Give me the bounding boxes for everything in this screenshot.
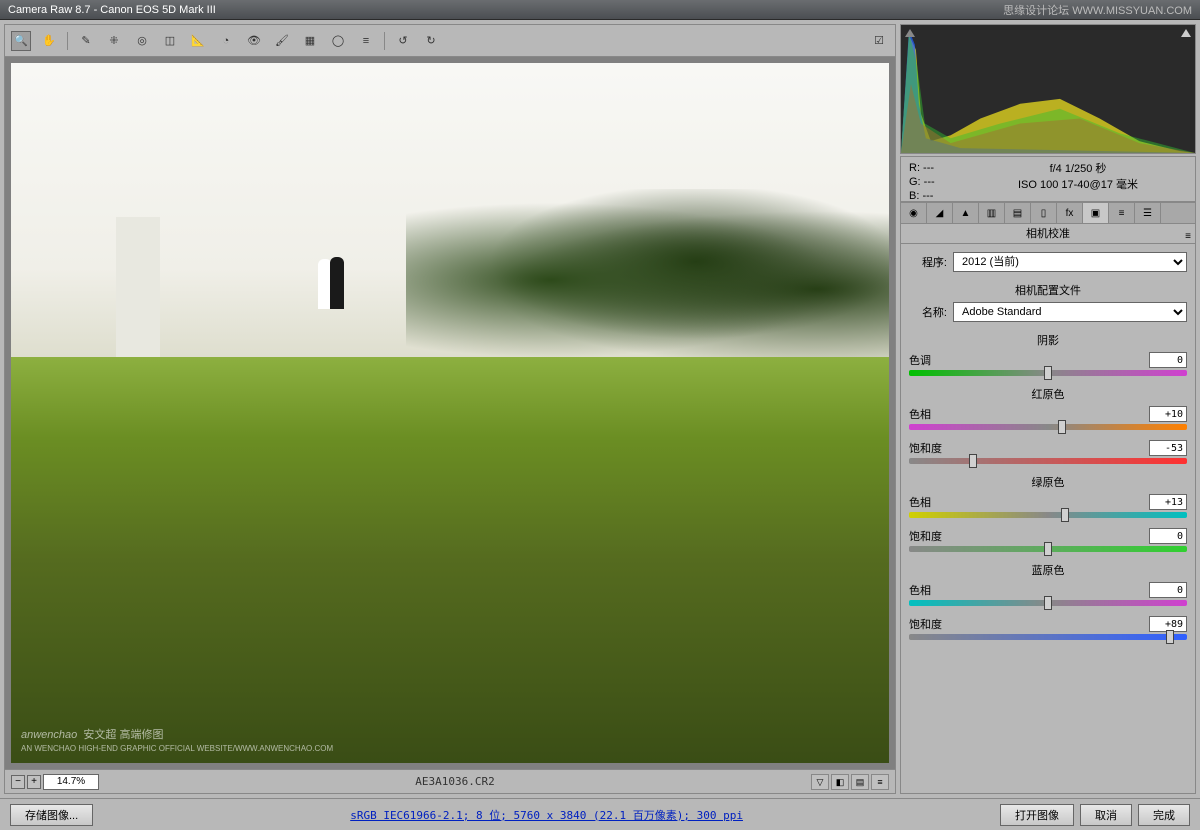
readout: R: --- G: --- B: --- f/4 1/250 秒 ISO 100…: [900, 156, 1196, 202]
tab-curve-icon[interactable]: ◢: [927, 203, 953, 223]
zoom-out-button[interactable]: −: [11, 775, 25, 789]
red-title: 红原色: [909, 386, 1187, 402]
panel-menu-icon[interactable]: ≡: [1185, 227, 1191, 247]
shadows-tint-slider[interactable]: 色调: [909, 352, 1187, 376]
status-icons: ▽ ◧ ▤ ≡: [811, 774, 889, 790]
green-title: 绿原色: [909, 474, 1187, 490]
crop-icon[interactable]: ◫: [160, 31, 180, 51]
tab-basic-icon[interactable]: ◉: [901, 203, 927, 223]
titlebar: Camera Raw 8.7 - Canon EOS 5D Mark III 思…: [0, 0, 1200, 20]
cancel-button[interactable]: 取消: [1080, 804, 1132, 826]
mark-delete-icon[interactable]: ☑: [869, 31, 889, 51]
filmstrip-icon[interactable]: ▤: [851, 774, 869, 790]
graduated-filter-icon[interactable]: ▦: [300, 31, 320, 51]
footer: 存储图像... sRGB IEC61966-2.1; 8 位; 5760 x 3…: [0, 798, 1200, 830]
eyedropper-icon[interactable]: ✎: [76, 31, 96, 51]
green-hue-slider[interactable]: 色相: [909, 494, 1187, 518]
zoom-tool-icon[interactable]: 🔍: [11, 31, 31, 51]
green-sat-value[interactable]: [1149, 528, 1187, 544]
radial-filter-icon[interactable]: ◯: [328, 31, 348, 51]
profile-section-title: 相机配置文件: [909, 282, 1187, 298]
blue-hue-slider[interactable]: 色相: [909, 582, 1187, 606]
histogram[interactable]: [900, 24, 1196, 154]
tab-presets-icon[interactable]: ≡: [1109, 203, 1135, 223]
separator: [67, 32, 68, 50]
red-sat-value[interactable]: [1149, 440, 1187, 456]
camera-calibration-panel: 程序: 2012 (当前) 相机配置文件 名称: Adobe Standard …: [900, 244, 1196, 794]
zoom-in-button[interactable]: +: [27, 775, 41, 789]
shadows-title: 阴影: [909, 332, 1187, 348]
tab-split-icon[interactable]: ▤: [1005, 203, 1031, 223]
preferences-icon[interactable]: ≡: [356, 31, 376, 51]
spot-removal-icon[interactable]: ◔: [216, 31, 236, 51]
tab-fx-icon[interactable]: fx: [1057, 203, 1083, 223]
tab-snapshots-icon[interactable]: ☰: [1135, 203, 1161, 223]
save-image-button[interactable]: 存储图像...: [10, 804, 93, 826]
shadows-tint-value[interactable]: [1149, 352, 1187, 368]
separator: [384, 32, 385, 50]
filename: AE3A1036.CR2: [105, 775, 805, 788]
shadow-clip-icon[interactable]: [905, 29, 915, 37]
rotate-ccw-icon[interactable]: ↺: [393, 31, 413, 51]
toolbar: 🔍 ✋ ✎ ⁜ ◎ ◫ 📐 ◔ 👁 🖌 ▦ ◯ ≡ ↺ ↻ ☑: [5, 25, 895, 57]
zoom-value[interactable]: [43, 774, 99, 790]
blue-hue-value[interactable]: [1149, 582, 1187, 598]
green-hue-value[interactable]: [1149, 494, 1187, 510]
tab-detail-icon[interactable]: ▲: [953, 203, 979, 223]
body-area: 🔍 ✋ ✎ ⁜ ◎ ◫ 📐 ◔ 👁 🖌 ▦ ◯ ≡ ↺ ↻ ☑: [0, 20, 1200, 798]
workflow-link[interactable]: sRGB IEC61966-2.1; 8 位; 5760 x 3840 (22.…: [99, 807, 994, 823]
filter-icon[interactable]: ▽: [811, 774, 829, 790]
process-label: 程序:: [909, 254, 947, 270]
r-value: R: ---: [909, 161, 969, 175]
iso-lens: ISO 100 17-40@17 毫米: [969, 177, 1187, 193]
highlight-clip-icon[interactable]: [1181, 29, 1191, 37]
red-sat-slider[interactable]: 饱和度: [909, 440, 1187, 464]
watermark: anwenchao 安文超 高端修图 AN WENCHAO HIGH-END G…: [21, 718, 333, 753]
open-image-button[interactable]: 打开图像: [1000, 804, 1074, 826]
b-value: B: ---: [909, 189, 969, 203]
tab-lens-icon[interactable]: ▯: [1031, 203, 1057, 223]
hand-tool-icon[interactable]: ✋: [39, 31, 59, 51]
compare-icon[interactable]: ◧: [831, 774, 849, 790]
blue-sat-slider[interactable]: 饱和度: [909, 616, 1187, 640]
g-value: G: ---: [909, 175, 969, 189]
rgb-readout: R: --- G: --- B: ---: [909, 161, 969, 197]
process-select[interactable]: 2012 (当前): [953, 252, 1187, 272]
aperture-shutter: f/4 1/250 秒: [969, 161, 1187, 177]
preview-image: anwenchao 安文超 高端修图 AN WENCHAO HIGH-END G…: [11, 63, 889, 763]
panel-title: 相机校准 ≡: [900, 224, 1196, 244]
redeye-icon[interactable]: 👁: [244, 31, 264, 51]
rotate-cw-icon[interactable]: ↻: [421, 31, 441, 51]
zoom-controls: − +: [11, 774, 99, 790]
window-title: Camera Raw 8.7 - Canon EOS 5D Mark III: [8, 4, 216, 16]
camera-raw-window: Camera Raw 8.7 - Canon EOS 5D Mark III 思…: [0, 0, 1200, 830]
left-panel: 🔍 ✋ ✎ ⁜ ◎ ◫ 📐 ◔ 👁 🖌 ▦ ◯ ≡ ↺ ↻ ☑: [4, 24, 896, 794]
right-panel: R: --- G: --- B: --- f/4 1/250 秒 ISO 100…: [900, 24, 1196, 794]
red-hue-value[interactable]: [1149, 406, 1187, 422]
panel-tabs: ◉ ◢ ▲ ▥ ▤ ▯ fx ▣ ≡ ☰: [900, 202, 1196, 224]
name-label: 名称:: [909, 304, 947, 320]
done-button[interactable]: 完成: [1138, 804, 1190, 826]
image-preview[interactable]: anwenchao 安文超 高端修图 AN WENCHAO HIGH-END G…: [5, 57, 895, 769]
blue-title: 蓝原色: [909, 562, 1187, 578]
adjustment-brush-icon[interactable]: 🖌: [272, 31, 292, 51]
tab-camera-icon[interactable]: ▣: [1083, 203, 1109, 223]
watermark-site: 思缘设计论坛 WWW.MISSYUAN.COM: [1003, 2, 1192, 18]
straighten-icon[interactable]: 📐: [188, 31, 208, 51]
red-hue-slider[interactable]: 色相: [909, 406, 1187, 430]
color-sampler-icon[interactable]: ⁜: [104, 31, 124, 51]
menu-icon[interactable]: ≡: [871, 774, 889, 790]
green-sat-slider[interactable]: 饱和度: [909, 528, 1187, 552]
statusbar: − + AE3A1036.CR2 ▽ ◧ ▤ ≡: [5, 769, 895, 793]
exif-readout: f/4 1/250 秒 ISO 100 17-40@17 毫米: [969, 161, 1187, 197]
profile-select[interactable]: Adobe Standard: [953, 302, 1187, 322]
tab-hsl-icon[interactable]: ▥: [979, 203, 1005, 223]
targeted-adjust-icon[interactable]: ◎: [132, 31, 152, 51]
